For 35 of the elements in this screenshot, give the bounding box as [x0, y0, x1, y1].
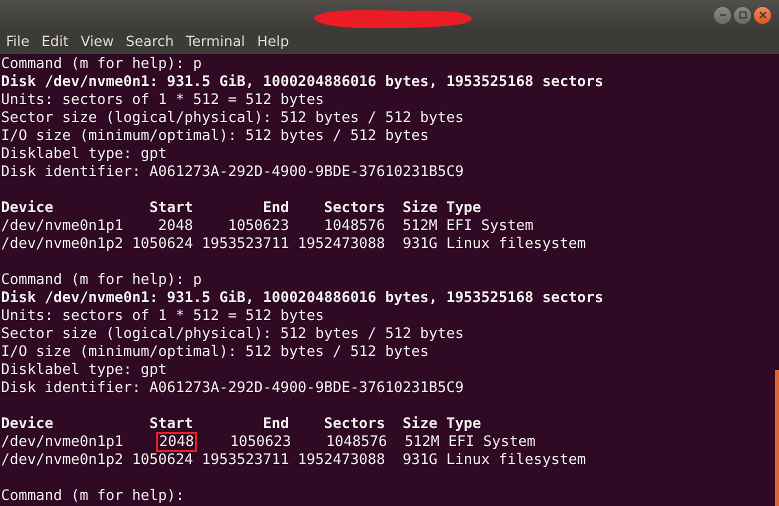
menu-item[interactable]: Terminal	[184, 34, 252, 50]
maximize-button[interactable]	[734, 6, 751, 24]
terminal-line: I/O size (minimum/optimal): 512 bytes / 512 bytes	[1, 127, 430, 145]
menu-item[interactable]: File	[4, 34, 36, 50]
terminal-line: Disk identifier: A061273A-292D-4900-9BDE-37610231B5C9	[1, 163, 465, 181]
close-button[interactable]	[754, 6, 771, 24]
menu-item[interactable]: Search	[124, 34, 180, 50]
highlighted-text: 2048	[158, 434, 196, 450]
terminal-line: Sector size (logical/physical): 512 bytes / 512 bytes	[1, 109, 465, 127]
terminal-line: Disklabel type: gpt	[1, 361, 168, 379]
scrollbar[interactable]	[775, 370, 779, 506]
terminal-text: /dev/nvme0n1p1	[1, 434, 124, 450]
terminal-line: Disklabel type: gpt	[1, 145, 168, 163]
terminal-line: Units: sectors of 1 * 512 = 512 bytes	[1, 307, 326, 325]
menu-item[interactable]: View	[78, 34, 120, 50]
close-icon	[756, 9, 768, 21]
terminal-line: /dev/nvme0n1p2 1050624 1953523711 1952473088 931G Linux filesystem	[1, 451, 587, 469]
menu-item[interactable]: Edit	[39, 34, 75, 50]
terminal-line: I/O size (minimum/optimal): 512 bytes / 512 bytes	[1, 343, 430, 361]
menu-item[interactable]: Help	[255, 34, 295, 50]
terminal-line: /dev/nvme0n1p1 2048 1050623 1048576 512M EFI System	[1, 217, 535, 235]
terminal-line: Sector size (logical/physical): 512 bytes / 512 bytes	[1, 325, 465, 343]
terminal-line: Disk /dev/nvme0n1: 931.5 GiB, 1000204886016 bytes, 1953525168 sectors	[1, 289, 604, 307]
terminal-text: 1050623 1048576 512M EFI System	[228, 434, 536, 450]
minimize-button[interactable]	[714, 6, 731, 24]
square-icon	[736, 9, 748, 21]
terminal-line: Disk /dev/nvme0n1: 931.5 GiB, 1000204886016 bytes, 1953525168 sectors	[1, 73, 604, 91]
terminal-line: Disk identifier: A061273A-292D-4900-9BDE-37610231B5C9	[1, 379, 465, 397]
terminal-line: Units: sectors of 1 * 512 = 512 bytes	[1, 91, 326, 109]
terminal-line: /dev/nvme0n1p2 1050624 1953523711 1952473088 931G Linux filesystem	[1, 235, 587, 253]
terminal-line: Command (m for help):	[1, 487, 186, 505]
terminal-line: Device Start End Sectors Size Type	[1, 415, 482, 433]
terminal-line: Device Start End Sectors Size Type	[1, 199, 482, 217]
terminal-line: Command (m for help): p	[1, 271, 203, 289]
terminal-line: Command (m for help): p	[1, 55, 203, 73]
